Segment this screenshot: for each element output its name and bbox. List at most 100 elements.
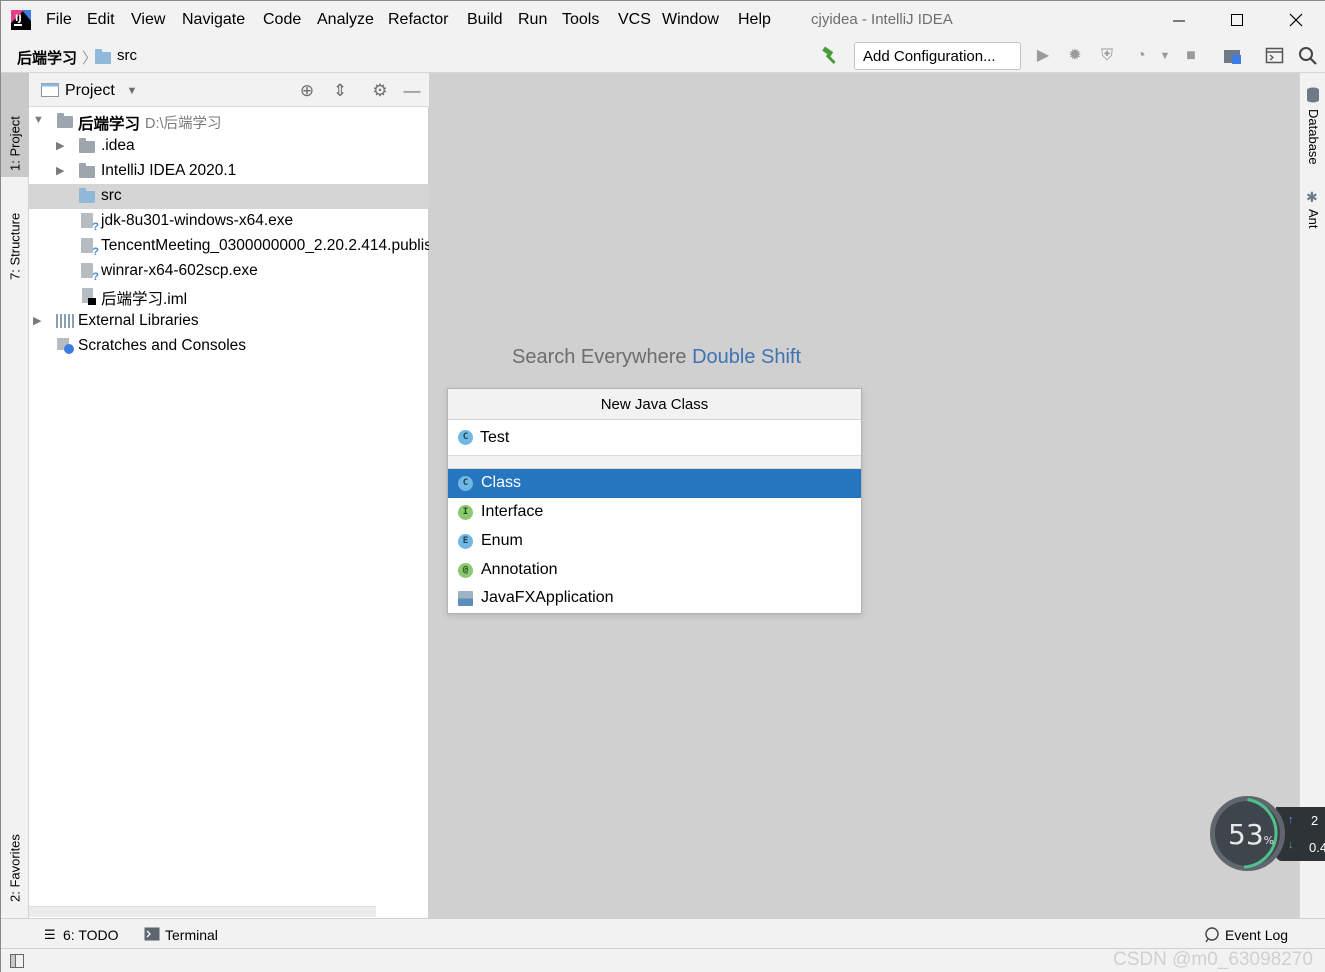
terminal-window-icon[interactable] <box>1265 47 1285 65</box>
tab-structure-label: 7: Structure <box>7 212 23 280</box>
kind-class[interactable]: C Class <box>448 469 861 498</box>
scratches-icon <box>57 338 74 354</box>
build-hammer-icon[interactable] <box>820 46 840 66</box>
collapsed-arrow-icon: ▶ <box>56 140 65 152</box>
ant-icon: ✱ <box>1306 189 1318 205</box>
project-panel-header: Project ▼ ⊕ ⇕ ⚙ — <box>29 73 429 107</box>
module-folder-icon <box>57 113 73 133</box>
tree-item-src[interactable]: src <box>29 184 429 209</box>
class-icon: C <box>458 430 473 445</box>
menu-window[interactable]: Window <box>662 11 719 29</box>
menu-edit[interactable]: Edit <box>87 11 115 29</box>
run-icon[interactable]: ▶ <box>1034 47 1052 65</box>
menu-build[interactable]: Build <box>467 11 503 29</box>
tab-structure[interactable]: 7: Structure <box>1 186 29 286</box>
tree-item-idea[interactable]: ▶ .idea <box>29 134 429 159</box>
tab-ant[interactable]: Ant <box>1300 209 1325 239</box>
expanded-arrow-icon: ▼ <box>33 114 44 126</box>
title-bar: IJ File Edit View Navigate Code Analyze … <box>1 1 1325 39</box>
menu-code[interactable]: Code <box>263 11 301 29</box>
kind-label: Enum <box>481 532 523 549</box>
kind-enum[interactable]: E Enum <box>448 527 861 556</box>
toggle-tool-windows-icon[interactable] <box>10 954 24 968</box>
popup-title: New Java Class <box>448 389 861 420</box>
tab-favorites[interactable]: 2: Favorites <box>1 808 29 908</box>
tab-database[interactable]: Database <box>1300 109 1325 169</box>
popup-separator <box>448 455 861 469</box>
annotation-icon: @ <box>458 563 473 578</box>
kind-javafx-application[interactable]: JavaFXApplication <box>448 584 861 613</box>
tree-item-iml[interactable]: 后端学习.iml <box>29 284 429 309</box>
project-structure-icon[interactable] <box>1223 47 1243 65</box>
kind-annotation[interactable]: @ Annotation <box>448 556 861 585</box>
menu-view[interactable]: View <box>131 11 165 29</box>
tab-database-label: Database <box>1306 109 1321 165</box>
tree-item-file[interactable]: TencentMeeting_0300000000_2.20.2.414.pub… <box>29 234 429 259</box>
unknown-file-icon <box>81 213 99 233</box>
download-arrow-icon: ↓ <box>1288 839 1294 851</box>
menu-file[interactable]: File <box>46 11 72 29</box>
project-view-selector[interactable]: Project <box>65 82 115 100</box>
class-name-row: C <box>448 421 861 455</box>
collapse-all-icon[interactable]: ⇕ <box>330 81 350 101</box>
coverage-icon[interactable]: ⛨ <box>1098 47 1116 65</box>
breadcrumb-src[interactable]: src <box>117 47 137 64</box>
editor-area: Search Everywhere Double Shift New Java … <box>429 73 1299 918</box>
search-icon[interactable] <box>1298 46 1318 66</box>
menu-navigate[interactable]: Navigate <box>182 11 245 29</box>
memory-usage-widget[interactable]: 53% <box>1210 796 1285 871</box>
hint-shortcut: Double Shift <box>692 346 802 368</box>
tree-item-project-root[interactable]: ▼ 后端学习 D:\后端学习 <box>29 109 429 134</box>
kind-label: JavaFXApplication <box>481 589 614 606</box>
tree-item-label: winrar-x64-602scp.exe <box>101 262 258 279</box>
minimize-icon <box>1173 20 1185 22</box>
tree-item-scratches[interactable]: Scratches and Consoles <box>29 334 429 359</box>
tree-item-label: Scratches and Consoles <box>78 337 247 354</box>
tab-event-log[interactable]: Event Log <box>1225 927 1288 943</box>
tree-item-label: 后端学习 <box>78 116 141 133</box>
profile-icon[interactable]: ◔ <box>1132 47 1150 65</box>
tree-item-external-libraries[interactable]: ▶ External Libraries <box>29 309 429 334</box>
watermark: CSDN @m0_63098270 <box>1113 949 1313 970</box>
class-icon: C <box>458 476 473 491</box>
tab-ant-label: Ant <box>1306 209 1321 229</box>
menu-run[interactable]: Run <box>518 11 547 29</box>
usage-value: 53% <box>1228 818 1274 851</box>
usage-unit: % <box>1263 834 1275 847</box>
close-icon <box>1289 13 1303 27</box>
tree-item-intellij-folder[interactable]: ▶ IntelliJ IDEA 2020.1 <box>29 159 429 184</box>
interface-icon: I <box>458 505 473 520</box>
add-configuration-button[interactable]: Add Configuration... <box>854 42 1021 70</box>
menu-help[interactable]: Help <box>738 11 771 29</box>
hide-icon[interactable]: — <box>402 81 422 101</box>
tab-terminal[interactable]: Terminal <box>165 927 218 943</box>
menu-vcs[interactable]: VCS <box>618 11 651 29</box>
debug-icon[interactable]: ✹ <box>1066 47 1084 65</box>
project-view-icon <box>41 83 59 97</box>
chevron-down-icon[interactable]: ▼ <box>1156 47 1174 65</box>
menu-tools[interactable]: Tools <box>562 11 599 29</box>
maximize-button[interactable] <box>1214 5 1260 35</box>
breadcrumb-project[interactable]: 后端学习 <box>17 47 77 68</box>
locate-icon[interactable]: ⊕ <box>297 81 317 101</box>
stop-icon[interactable]: ■ <box>1182 47 1200 65</box>
class-name-input[interactable] <box>480 428 850 448</box>
svg-text:IJ: IJ <box>15 14 22 24</box>
menu-analyze[interactable]: Analyze <box>317 11 374 29</box>
tree-item-label: External Libraries <box>78 312 199 329</box>
horizontal-scrollbar[interactable] <box>29 906 376 917</box>
chevron-down-icon[interactable]: ▼ <box>122 81 142 101</box>
ide-window: IJ File Edit View Navigate Code Analyze … <box>0 0 1325 972</box>
gear-icon[interactable]: ⚙ <box>370 81 390 101</box>
folder-icon <box>79 163 95 183</box>
tab-project[interactable]: 1: Project <box>1 73 29 177</box>
menu-refactor[interactable]: Refactor <box>388 11 448 29</box>
tab-todo[interactable]: 6: TODO <box>63 927 119 943</box>
tree-item-file[interactable]: jdk-8u301-windows-x64.exe <box>29 209 429 234</box>
minimize-button[interactable] <box>1156 5 1202 35</box>
list-icon: ☰ <box>44 927 56 942</box>
tree-item-file[interactable]: winrar-x64-602scp.exe <box>29 259 429 284</box>
navigation-bar: 后端学习 〉 src Add Configuration... ▶ ✹ ⛨ ◔ … <box>1 39 1325 73</box>
kind-interface[interactable]: I Interface <box>448 498 861 527</box>
close-button[interactable] <box>1273 5 1319 35</box>
